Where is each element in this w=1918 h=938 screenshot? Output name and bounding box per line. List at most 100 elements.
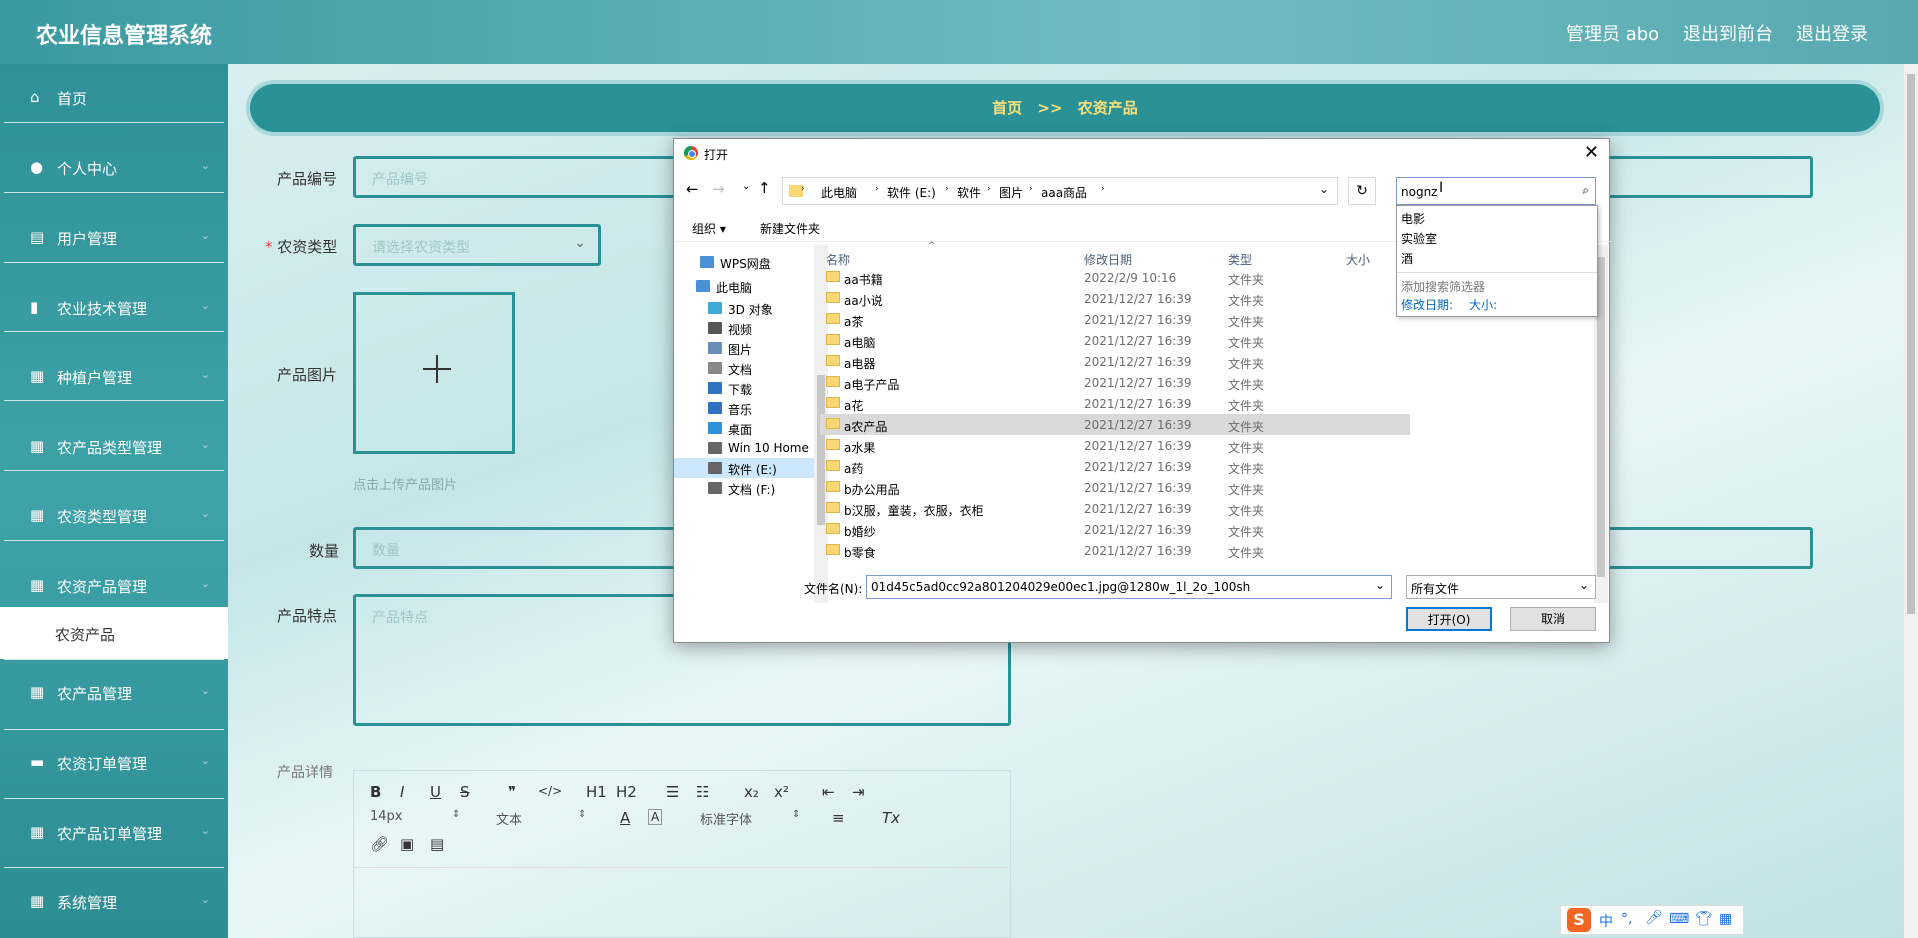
nav-tree-item[interactable]: 桌面 (674, 418, 814, 438)
refresh-icon[interactable]: ↻ (1348, 177, 1376, 205)
search-icon[interactable]: ⌕ (1582, 183, 1589, 198)
file-scrollbar-thumb[interactable] (1597, 257, 1605, 577)
logout-link[interactable]: 退出登录 (1796, 20, 1868, 46)
align-icon[interactable]: ≡ (832, 809, 845, 827)
address-bar[interactable]: › 此电脑 › 软件 (E:) › 软件 › 图片 › aaa商品 › ⌄ (782, 177, 1338, 205)
block-select[interactable]: 文本 (496, 809, 522, 828)
subscript-button[interactable]: x₂ (744, 783, 759, 801)
font-size-select[interactable]: 14px (370, 809, 403, 824)
font-family-select[interactable]: 标准字体 (700, 809, 752, 828)
suggestion-item[interactable]: 电影 (1401, 210, 1425, 227)
nav-tree-item[interactable]: 下载 (674, 378, 814, 398)
quote-button[interactable]: ❞ (508, 783, 516, 801)
file-row[interactable]: b零食 2021/12/27 16:39 文件夹 (820, 540, 1410, 561)
rich-text-editor[interactable]: B I U S ❞ </> H1 H2 ☰ ☷ x₂ x² ⇤ ⇥ 14px ⇕… (353, 770, 1011, 938)
mic-icon[interactable]: 🎤︎ (1645, 910, 1663, 926)
suggestion-item[interactable]: 酒 (1401, 250, 1413, 267)
back-icon[interactable]: ← (686, 180, 699, 198)
column-size[interactable]: 大小 (1346, 251, 1370, 268)
bold-button[interactable]: B (370, 783, 381, 801)
sidebar-item[interactable]: ▦ 农产品订单管理 ⌄ (0, 799, 228, 868)
path-segment[interactable]: aaa商品 (1041, 184, 1087, 201)
indent-icon[interactable]: ⇥ (852, 783, 865, 801)
suggestion-item[interactable]: 实验室 (1401, 230, 1437, 247)
nav-tree-item[interactable]: 文档 (674, 358, 814, 378)
file-row[interactable]: a水果 2021/12/27 16:39 文件夹 (820, 435, 1410, 456)
sidebar-item[interactable]: ▮ 农业技术管理 ⌄ (0, 274, 228, 343)
file-row[interactable]: a电子产品 2021/12/27 16:39 文件夹 (820, 372, 1410, 393)
font-color-icon[interactable]: A (620, 809, 630, 827)
video-icon[interactable]: ▤ (430, 835, 444, 853)
strike-button[interactable]: S (460, 783, 470, 801)
keyboard-icon[interactable]: ⌨ (1669, 911, 1689, 927)
filter-size-link[interactable]: 大小: (1469, 296, 1497, 313)
nav-tree-item[interactable]: 此电脑 (674, 276, 814, 296)
recent-chevron-icon[interactable]: ⌄ (742, 181, 750, 192)
nav-tree-item[interactable]: 图片 (674, 338, 814, 358)
file-row[interactable]: aa小说 2021/12/27 16:39 文件夹 (820, 288, 1410, 309)
clear-format-button[interactable]: Tx (882, 809, 900, 827)
page-scrollbar[interactable] (1904, 64, 1918, 938)
filetype-select[interactable]: 所有文件 ⌄ (1406, 575, 1596, 599)
filename-dropdown-icon[interactable]: ⌄ (1375, 578, 1385, 592)
h2-button[interactable]: H2 (616, 783, 637, 801)
superscript-button[interactable]: x² (774, 783, 789, 801)
filetype-dropdown-icon[interactable]: ⌄ (1579, 578, 1589, 592)
punctuation-icon[interactable]: °, (1621, 911, 1632, 927)
toolbox-icon[interactable]: ▦ (1719, 911, 1732, 927)
forward-icon[interactable]: → (712, 180, 725, 198)
up-icon[interactable]: ↑ (758, 179, 771, 197)
file-row[interactable]: a茶 2021/12/27 16:39 文件夹 (820, 309, 1410, 330)
file-row[interactable]: aa书籍 2022/2/9 10:16 文件夹 (820, 267, 1410, 288)
h1-button[interactable]: H1 (586, 783, 607, 801)
front-link[interactable]: 退出到前台 (1683, 20, 1773, 46)
path-segment[interactable]: 软件 (E:) (887, 184, 936, 201)
file-row[interactable]: a花 2021/12/27 16:39 文件夹 (820, 393, 1410, 414)
sidebar-item[interactable]: ▦ 系统管理 ⌄ (0, 868, 228, 937)
ordered-list-icon[interactable]: ☰ (666, 783, 679, 801)
underline-button[interactable]: U (430, 783, 441, 801)
skin-icon[interactable]: 👕︎ (1695, 911, 1713, 927)
path-segment[interactable]: 图片 (999, 184, 1023, 201)
type-select[interactable]: 请选择农资类型 ⌄ (353, 224, 601, 266)
code-button[interactable]: </> (538, 784, 562, 798)
nav-tree-item[interactable]: 音乐 (674, 398, 814, 418)
search-input[interactable]: nognz I ⌕ (1396, 177, 1596, 205)
sidebar-item[interactable]: ▦ 农产品类型管理 ⌄ (0, 413, 228, 482)
new-folder-button[interactable]: 新建文件夹 (760, 220, 820, 237)
column-name[interactable]: 名称 (826, 251, 850, 268)
sidebar-item[interactable]: ▦ 种植户管理 ⌄ (0, 343, 228, 412)
sidebar-subitem-active[interactable]: 农资产品 (0, 607, 228, 659)
column-date[interactable]: 修改日期 (1084, 251, 1132, 268)
outdent-icon[interactable]: ⇤ (822, 783, 835, 801)
file-row[interactable]: b办公用品 2021/12/27 16:39 文件夹 (820, 477, 1410, 498)
file-row[interactable]: a电脑 2021/12/27 16:39 文件夹 (820, 330, 1410, 351)
nav-tree-item[interactable]: 3D 对象 (674, 298, 814, 318)
link-icon[interactable]: 🔗︎ (370, 835, 389, 853)
filename-input[interactable]: 01d45c5ad0cc92a801204029e00ec1.jpg@1280w… (866, 575, 1392, 599)
nav-tree-item[interactable]: 文档 (F:) (674, 478, 814, 498)
column-type[interactable]: 类型 (1228, 251, 1252, 268)
path-segment[interactable]: 此电脑 (821, 184, 857, 201)
file-row[interactable]: a电器 2021/12/27 16:39 文件夹 (820, 351, 1410, 372)
breadcrumb-home[interactable]: 首页 (992, 99, 1022, 117)
bullet-list-icon[interactable]: ☷ (696, 783, 709, 801)
image-icon[interactable]: ▣ (400, 835, 414, 853)
organize-button[interactable]: 组织 ▾ (692, 220, 726, 237)
ime-mode[interactable]: 中 (1599, 911, 1613, 931)
cancel-button[interactable]: 取消 (1510, 607, 1596, 631)
file-row[interactable]: b汉服，童装，衣服，衣柜 2021/12/27 16:39 文件夹 (820, 498, 1410, 519)
nav-tree-item[interactable]: Win 10 Home x (674, 438, 814, 469)
nav-tree-item[interactable]: 软件 (E:) (674, 458, 814, 478)
nav-tree-item[interactable]: WPS网盘 (674, 252, 814, 272)
close-icon[interactable]: ✕ (1584, 142, 1599, 163)
file-row[interactable]: a农产品 2021/12/27 16:39 文件夹 (820, 414, 1410, 435)
sidebar-item[interactable]: ▬ 农资订单管理 ⌄ (0, 729, 228, 798)
filter-date-link[interactable]: 修改日期: (1401, 296, 1453, 313)
image-upload[interactable] (353, 292, 515, 454)
sogou-logo-icon[interactable]: S (1567, 908, 1591, 932)
sidebar-item[interactable]: ▦ 农产品管理 ⌄ (0, 659, 228, 728)
path-segment[interactable]: 软件 (957, 184, 981, 201)
italic-button[interactable]: I (400, 783, 404, 801)
nav-tree-item[interactable]: 视频 (674, 318, 814, 338)
